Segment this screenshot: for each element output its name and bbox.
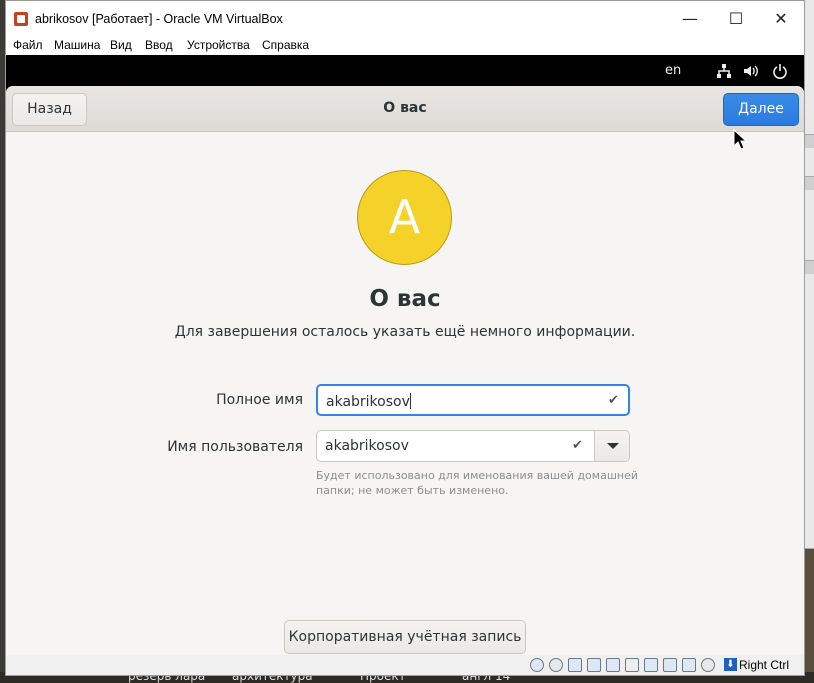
display-icon[interactable] xyxy=(644,658,658,672)
menu-file[interactable]: Файл xyxy=(13,38,43,52)
title-bar: abrikosov [Работает] - Oracle VM Virtual… xyxy=(6,1,804,37)
host-key-arrow-icon: ⬇ xyxy=(724,658,737,671)
text-caret xyxy=(409,393,411,409)
page-subtitle: Для завершения осталось указать ещё немн… xyxy=(174,324,636,340)
full-name-text: akabrikosov xyxy=(326,394,410,410)
username-combo[interactable]: akabrikosov ✔ xyxy=(316,430,630,462)
username-label: Имя пользователя xyxy=(167,439,303,455)
username-dropdown-button[interactable] xyxy=(594,431,629,461)
status-bar: ⬇ Right Ctrl xyxy=(6,655,804,675)
menu-view[interactable]: Вид xyxy=(110,38,132,52)
usb-icon[interactable] xyxy=(606,658,620,672)
menu-input[interactable]: Ввод xyxy=(145,38,173,52)
full-name-label: Полное имя xyxy=(216,392,303,408)
audio-icon[interactable] xyxy=(568,658,582,672)
menu-help[interactable]: Справка xyxy=(262,38,309,52)
hint-line: Будет использовано для именования вашей … xyxy=(316,469,639,482)
mouse-pointer-icon xyxy=(733,129,747,150)
virtualbox-app-icon xyxy=(14,12,28,26)
power-icon[interactable] xyxy=(772,63,788,79)
header-title: О вас xyxy=(383,100,427,116)
checkmark-icon: ✔ xyxy=(572,438,583,453)
enterprise-login-button[interactable]: Корпоративная учётная запись xyxy=(284,620,526,654)
next-button[interactable]: Далее xyxy=(723,93,799,126)
close-button[interactable]: ✕ xyxy=(758,1,804,37)
gnome-top-bar: en xyxy=(6,55,804,86)
host-key-label: Right Ctrl xyxy=(739,658,790,672)
bg-window-fragment xyxy=(805,548,814,678)
username-value: akabrikosov xyxy=(325,438,409,454)
virtualbox-window: abrikosov [Работает] - Oracle VM Virtual… xyxy=(5,0,805,676)
bg-window-fragment xyxy=(805,134,814,148)
guest-display[interactable]: en Назад О вас Далее A О вас Для заверше… xyxy=(6,55,804,655)
maximize-button[interactable]: ☐ xyxy=(713,1,759,37)
full-name-value: akabrikosov xyxy=(326,393,411,410)
network-adapter-icon[interactable] xyxy=(587,658,601,672)
setup-window: Назад О вас Далее A О вас Для завершения… xyxy=(6,86,804,655)
username-hint: Будет использовано для именования вашей … xyxy=(316,468,646,498)
header-bar: Назад О вас Далее xyxy=(6,86,804,132)
full-name-field[interactable]: akabrikosov ✔ xyxy=(316,384,630,416)
network-icon[interactable] xyxy=(716,63,732,79)
minimize-button[interactable]: — xyxy=(667,1,713,37)
bg-window-fragment xyxy=(805,260,814,274)
mouse-integration-icon[interactable] xyxy=(701,658,715,672)
volume-icon[interactable] xyxy=(743,63,759,79)
menu-devices[interactable]: Устройства xyxy=(187,38,250,52)
hard-disk-icon[interactable] xyxy=(530,658,544,672)
shared-folders-icon[interactable] xyxy=(625,658,639,672)
optical-drive-icon[interactable] xyxy=(549,658,563,672)
menu-machine[interactable]: Машина xyxy=(54,38,100,52)
checkmark-icon: ✔ xyxy=(608,393,619,408)
menu-bar: Файл Машина Вид Ввод Устройства Справка xyxy=(6,37,804,55)
virtualization-icon[interactable] xyxy=(682,658,696,672)
video-capture-icon[interactable] xyxy=(663,658,677,672)
page-title: О вас xyxy=(369,286,441,312)
avatar[interactable]: A xyxy=(357,170,452,265)
desktop-background-right xyxy=(805,0,814,683)
bg-window-fragment xyxy=(805,176,814,190)
keyboard-layout-indicator[interactable]: en xyxy=(665,63,681,78)
chevron-down-icon xyxy=(607,443,619,449)
window-title: abrikosov [Работает] - Oracle VM Virtual… xyxy=(35,12,283,26)
hint-line: папки; не может быть изменено. xyxy=(316,484,509,497)
